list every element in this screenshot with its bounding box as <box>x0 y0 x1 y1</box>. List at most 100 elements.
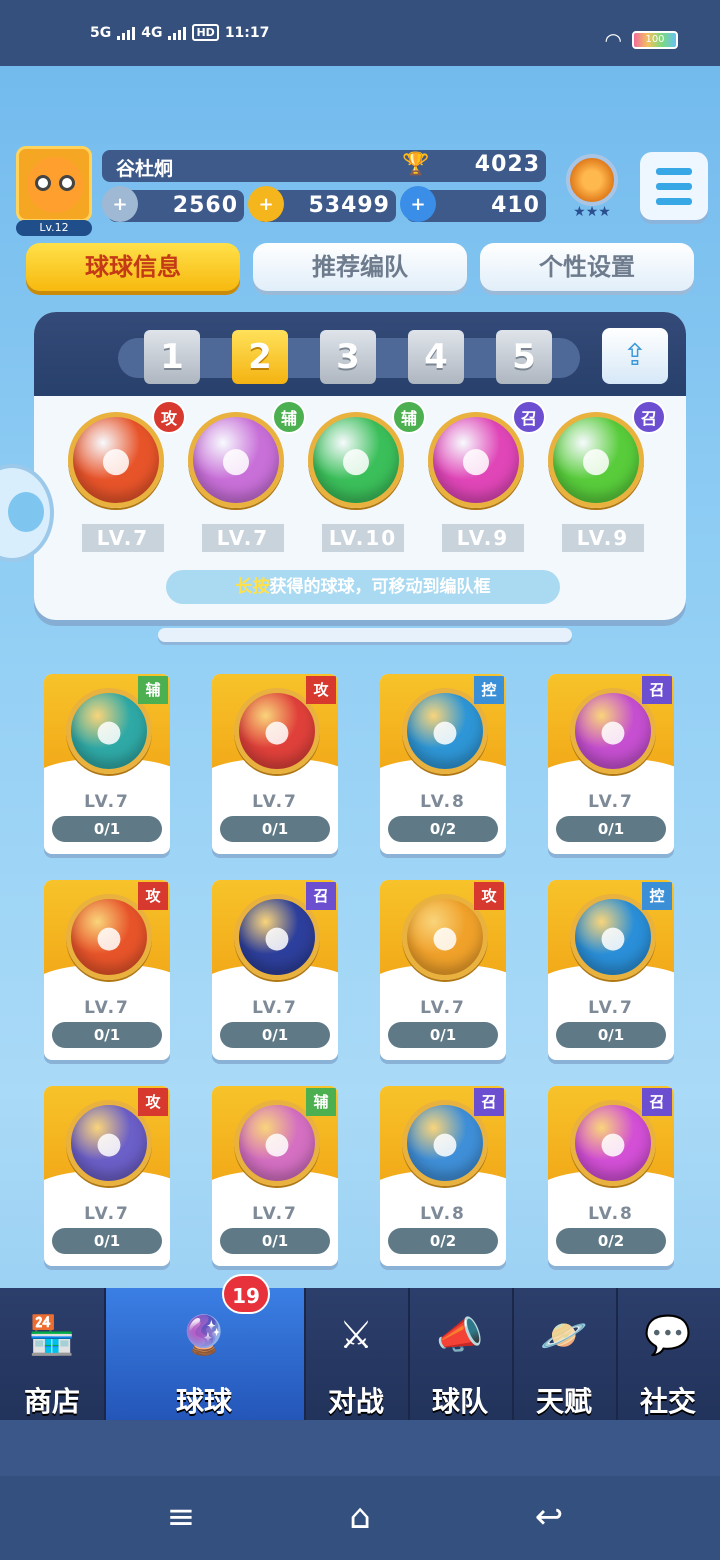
type-badge: 辅 <box>392 400 426 434</box>
nav-divider <box>408 1288 410 1420</box>
chat-icon: 💬 <box>644 1313 692 1357</box>
shop-icon: 🏪 <box>28 1313 76 1357</box>
ball-progress: 0/1 <box>52 1022 162 1048</box>
shark-icon <box>8 492 44 532</box>
ball-progress: 0/2 <box>556 1228 666 1254</box>
gold-coin-icon: + <box>248 186 284 222</box>
tab-recommended-team[interactable]: 推荐编队 <box>253 243 467 291</box>
tab-ball-info[interactable]: 球球信息 <box>26 243 240 291</box>
team-ball-2[interactable]: ● 辅 <box>188 400 306 512</box>
team-slot-5[interactable]: 5 <box>496 330 552 384</box>
people-icon: ● <box>188 412 284 508</box>
ball-card[interactable]: ● 召 LV.7 0/1 <box>548 674 674 854</box>
status-left: 5G 4G HD 11:17 <box>90 24 269 41</box>
star-icon: ● <box>548 412 644 508</box>
type-badge: 召 <box>512 400 546 434</box>
ball-tab-badge: 19 <box>222 1274 270 1314</box>
ball-progress: 0/1 <box>220 1228 330 1254</box>
type-badge: 攻 <box>306 676 336 704</box>
bottom-strip <box>0 1420 720 1476</box>
team-ball-level: LV.7 <box>202 524 284 552</box>
ball-level: LV.8 <box>420 1204 466 1224</box>
type-badge: 召 <box>642 1088 672 1116</box>
share-button[interactable]: ⇪ <box>602 328 668 384</box>
team-slot-3[interactable]: 3 <box>320 330 376 384</box>
nav-label: 天赋 <box>535 1385 592 1418</box>
type-badge: 控 <box>642 882 672 910</box>
team-ball-3[interactable]: ● 辅 <box>308 400 426 512</box>
team-ball-5[interactable]: ● 召 <box>548 400 666 512</box>
ball-level: LV.7 <box>420 998 466 1018</box>
ball-card[interactable]: ● 攻 LV.7 0/1 <box>44 1086 170 1266</box>
type-badge: 召 <box>632 400 666 434</box>
trophy-icon: 🏆 <box>402 152 430 177</box>
ball-icon: 🔮 <box>180 1313 228 1357</box>
drag-hint: 长按获得的球球，可移动到编队框 <box>166 570 560 604</box>
clock: 11:17 <box>224 24 270 41</box>
nav-talent[interactable]: 🪐 天赋 <box>512 1288 616 1420</box>
type-badge: 辅 <box>306 1088 336 1116</box>
tab-personal-settings[interactable]: 个性设置 <box>480 243 694 291</box>
net1-label: 5G <box>90 24 112 41</box>
share-icon: ⇪ <box>622 338 648 373</box>
ball-progress: 0/1 <box>556 816 666 842</box>
ball-progress: 0/2 <box>388 816 498 842</box>
team-slot-4[interactable]: 4 <box>408 330 464 384</box>
gem-count: 410 <box>491 193 540 218</box>
bottom-nav: 🏪 商店 🔮 球球 ⚔ 对战 📣 球队 🪐 天赋 💬 社交 <box>0 1288 720 1420</box>
home-icon[interactable]: ⌂ <box>335 1492 385 1542</box>
ball-card[interactable]: ● 控 LV.8 0/2 <box>380 674 506 854</box>
player-avatar[interactable] <box>16 146 92 222</box>
team-slot-header: 1 2 3 4 5 ⇪ <box>34 312 686 396</box>
nav-divider <box>304 1288 306 1420</box>
planet-icon: 🪐 <box>540 1313 588 1357</box>
team-ball-level: LV.9 <box>562 524 644 552</box>
ball-card[interactable]: ● 攻 LV.7 0/1 <box>212 674 338 854</box>
nav-team[interactable]: 📣 球队 <box>408 1288 512 1420</box>
team-ball-1[interactable]: ● 攻 <box>68 400 186 512</box>
type-badge: 攻 <box>138 882 168 910</box>
ball-card[interactable]: ● 辅 LV.7 0/1 <box>44 674 170 854</box>
ball-progress: 0/1 <box>388 1022 498 1048</box>
rank-medal-icon[interactable]: ★★★ <box>560 150 624 224</box>
ball-level: LV.7 <box>252 792 298 812</box>
ball-card[interactable]: ● 辅 LV.7 0/1 <box>212 1086 338 1266</box>
ball-card[interactable]: ● 攻 LV.7 0/1 <box>380 880 506 1060</box>
hint-text: 获得的球球，可移动到编队框 <box>269 577 491 597</box>
ball-card[interactable]: ● 召 LV.7 0/1 <box>212 880 338 1060</box>
type-badge: 控 <box>474 676 504 704</box>
arrow-up-icon: ● <box>308 412 404 508</box>
nav-divider <box>512 1288 514 1420</box>
type-badge: 召 <box>642 676 672 704</box>
team-panel: 1 2 3 4 5 ⇪ ● 攻 LV.7 ● 辅 LV.7 ● 辅 LV.10 ● 召 LV.9 ● 召 L… <box>34 312 686 620</box>
back-icon[interactable]: ↩ <box>524 1492 574 1542</box>
ball-progress: 0/1 <box>556 1022 666 1048</box>
eye-icon <box>35 175 51 191</box>
swords-icon: ⚔ <box>338 1313 374 1357</box>
nav-battle[interactable]: ⚔ 对战 <box>304 1288 408 1420</box>
ball-level: LV.7 <box>84 998 130 1018</box>
ball-card[interactable]: ● 控 LV.7 0/1 <box>548 880 674 1060</box>
ball-card[interactable]: ● 召 LV.8 0/2 <box>548 1086 674 1266</box>
ball-level: LV.7 <box>84 1204 130 1224</box>
battery-icon: 100 <box>632 31 678 49</box>
signal-icon <box>168 26 187 40</box>
type-badge: 召 <box>306 882 336 910</box>
nav-divider <box>616 1288 618 1420</box>
team-slot-2[interactable]: 2 <box>232 330 288 384</box>
silver-count: 2560 <box>172 193 238 218</box>
nav-shop[interactable]: 🏪 商店 <box>0 1288 104 1420</box>
nav-balls[interactable]: 🔮 球球 <box>104 1288 304 1420</box>
menu-button[interactable] <box>640 152 708 220</box>
feather-icon: ● <box>428 412 524 508</box>
system-nav-bar: ≡ ⌂ ↩ <box>0 1476 720 1560</box>
ball-card[interactable]: ● 攻 LV.7 0/1 <box>44 880 170 1060</box>
fist-icon: ● <box>68 412 164 508</box>
nav-social[interactable]: 💬 社交 <box>616 1288 720 1420</box>
ball-card[interactable]: ● 召 LV.8 0/2 <box>380 1086 506 1266</box>
team-slot-1[interactable]: 1 <box>144 330 200 384</box>
menu-icon[interactable]: ≡ <box>156 1492 206 1542</box>
team-ball-4[interactable]: ● 召 <box>428 400 546 512</box>
nav-label: 商店 <box>23 1385 80 1418</box>
ball-level: LV.7 <box>588 998 634 1018</box>
